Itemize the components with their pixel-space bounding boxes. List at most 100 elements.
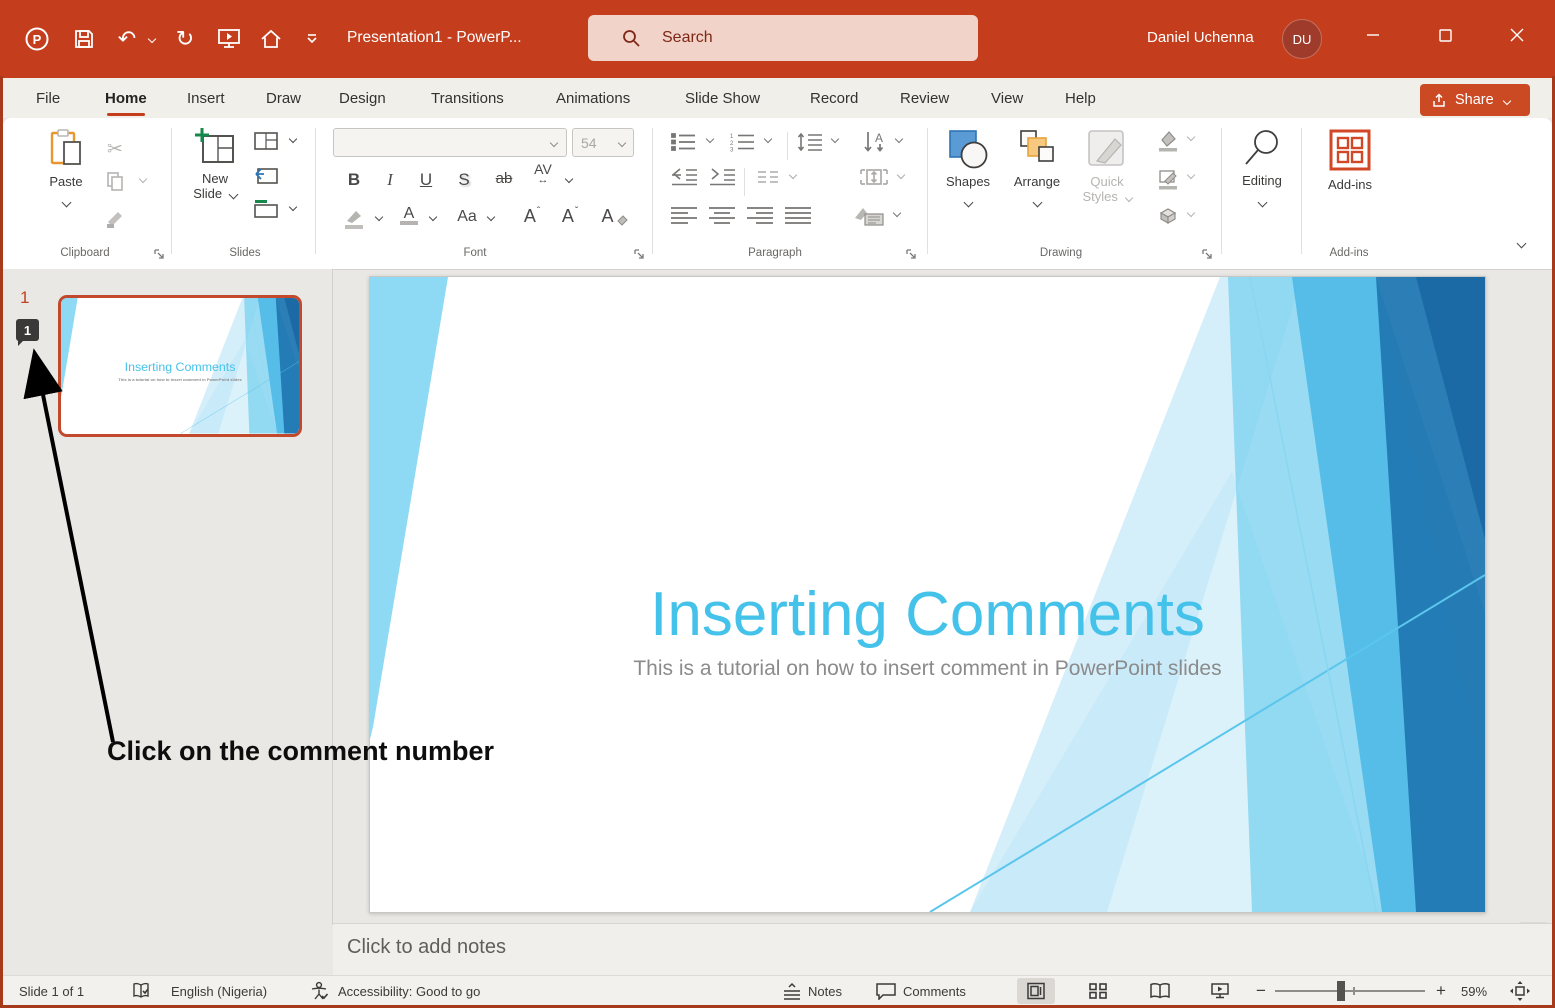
tab-help[interactable]: Help <box>1065 78 1096 118</box>
spellcheck-icon[interactable] <box>131 976 151 1006</box>
slide-subtitle[interactable]: This is a tutorial on how to insert comm… <box>370 657 1485 681</box>
change-case-button[interactable]: Aa <box>451 208 483 226</box>
paragraph-dialog-launcher[interactable] <box>905 248 919 262</box>
zoom-slider-track[interactable] <box>1275 990 1425 992</box>
shape-effects-dropdown-icon[interactable] <box>1185 210 1197 216</box>
comment-badge[interactable]: 1 <box>16 319 39 341</box>
text-direction-dropdown-icon[interactable] <box>893 136 905 142</box>
share-button[interactable]: Share <box>1420 84 1530 116</box>
align-text-dropdown-icon[interactable] <box>895 172 907 178</box>
zoom-in-button[interactable]: + <box>1436 976 1446 1006</box>
zoom-level[interactable]: 59% <box>1461 976 1487 1006</box>
bold-button[interactable]: B <box>341 170 367 190</box>
convert-smartart-button[interactable] <box>849 204 889 226</box>
slide-indicator[interactable]: Slide 1 of 1 <box>19 976 84 1006</box>
spacing-dropdown-icon[interactable] <box>563 176 575 182</box>
shape-outline-dropdown-icon[interactable] <box>1185 172 1197 178</box>
slideshow-from-beginning-icon[interactable] <box>214 24 244 54</box>
section-dropdown-icon[interactable] <box>287 204 299 210</box>
powerpoint-logo-icon[interactable]: P <box>22 24 52 54</box>
decrease-indent-button[interactable] <box>667 168 701 186</box>
drawing-dialog-launcher[interactable] <box>1201 248 1215 262</box>
shape-fill-button[interactable] <box>1153 130 1183 152</box>
tab-review[interactable]: Review <box>900 78 949 118</box>
cut-button[interactable]: ✂ <box>103 138 127 160</box>
tab-slide-show[interactable]: Slide Show <box>685 78 760 118</box>
highlight-color-button[interactable] <box>339 208 369 230</box>
new-slide-button[interactable]: New Slide <box>186 126 244 236</box>
addins-button[interactable]: Add-ins <box>1315 126 1385 236</box>
numbering-button[interactable]: 123 <box>725 132 759 152</box>
highlight-dropdown-icon[interactable] <box>373 214 385 220</box>
reading-view-button[interactable] <box>1141 978 1179 1004</box>
reset-slide-button[interactable] <box>253 166 279 184</box>
font-color-button[interactable]: A <box>395 206 423 225</box>
smartart-dropdown-icon[interactable] <box>891 210 903 216</box>
shape-fill-dropdown-icon[interactable] <box>1185 134 1197 140</box>
shape-outline-button[interactable] <box>1153 168 1183 190</box>
align-left-button[interactable] <box>667 206 701 224</box>
copy-button[interactable] <box>103 170 127 192</box>
slide-title[interactable]: Inserting Comments <box>370 579 1485 650</box>
align-right-button[interactable] <box>743 206 777 224</box>
user-name[interactable]: Daniel Uchenna <box>1147 29 1254 46</box>
zoom-slider-handle[interactable] <box>1337 981 1345 1001</box>
justify-button[interactable] <box>781 206 815 224</box>
language-indicator[interactable]: English (Nigeria) <box>171 976 267 1006</box>
customize-qat-icon[interactable] <box>302 24 322 54</box>
bullets-button[interactable] <box>667 132 701 152</box>
notes-pane[interactable]: Click to add notes <box>333 923 1555 976</box>
increase-font-size-button[interactable]: Aˆ <box>517 206 547 227</box>
align-center-button[interactable] <box>705 206 739 224</box>
accessibility-icon[interactable] <box>309 976 329 1006</box>
slideshow-view-button[interactable] <box>1201 978 1239 1004</box>
section-button[interactable] <box>253 200 279 218</box>
tab-file[interactable]: File <box>36 78 60 118</box>
tab-design[interactable]: Design <box>339 78 386 118</box>
close-button[interactable] <box>1494 0 1540 70</box>
paste-button[interactable]: Paste <box>40 126 92 236</box>
collapse-ribbon-icon[interactable] <box>1508 240 1534 247</box>
increase-indent-button[interactable] <box>705 168 739 186</box>
font-color-dropdown-icon[interactable] <box>427 214 439 220</box>
line-spacing-dropdown-icon[interactable] <box>829 136 841 142</box>
clear-formatting-button[interactable]: A <box>597 206 633 227</box>
editing-button[interactable]: Editing <box>1231 126 1293 236</box>
tab-record[interactable]: Record <box>810 78 858 118</box>
align-text-button[interactable] <box>855 166 893 188</box>
italic-button[interactable]: I <box>377 170 403 190</box>
arrange-button[interactable]: Arrange <box>1005 126 1069 236</box>
notes-toggle[interactable]: Notes <box>781 976 842 1006</box>
minimize-button[interactable] <box>1350 0 1396 70</box>
columns-dropdown-icon[interactable] <box>787 172 799 178</box>
case-dropdown-icon[interactable] <box>485 214 497 220</box>
character-spacing-button[interactable]: AV↔ <box>527 164 559 186</box>
text-direction-button[interactable]: A <box>858 130 892 154</box>
zoom-out-button[interactable]: − <box>1256 976 1266 1006</box>
tab-home[interactable]: Home <box>105 78 147 118</box>
fit-slide-to-window-button[interactable] <box>1509 976 1531 1006</box>
accessibility-status[interactable]: Accessibility: Good to go <box>338 976 480 1006</box>
tab-transitions[interactable]: Transitions <box>431 78 504 118</box>
notes-placeholder[interactable]: Click to add notes <box>347 936 506 959</box>
save-icon[interactable] <box>70 24 98 54</box>
tab-insert[interactable]: Insert <box>187 78 225 118</box>
decrease-font-size-button[interactable]: Aˇ <box>555 206 585 227</box>
text-shadow-button[interactable]: S <box>451 170 477 190</box>
copy-dropdown-icon[interactable] <box>137 176 149 182</box>
bullets-dropdown-icon[interactable] <box>704 136 716 142</box>
quick-styles-button[interactable]: Quick Styles <box>1075 126 1139 236</box>
numbering-dropdown-icon[interactable] <box>762 136 774 142</box>
font-dialog-launcher[interactable] <box>633 248 647 262</box>
comments-toggle[interactable]: Comments <box>875 976 966 1006</box>
tab-view[interactable]: View <box>991 78 1023 118</box>
maximize-button[interactable] <box>1422 0 1468 70</box>
slide-thumbnail[interactable]: Inserting Comments This is a tutorial on… <box>58 295 302 437</box>
font-name-combobox[interactable] <box>333 128 567 157</box>
shape-effects-button[interactable] <box>1153 206 1183 226</box>
slide-sorter-view-button[interactable] <box>1079 978 1117 1004</box>
format-painter-button[interactable] <box>103 208 127 230</box>
shapes-button[interactable]: Shapes <box>939 126 997 236</box>
strikethrough-button[interactable]: ab <box>489 170 519 187</box>
redo-icon[interactable]: ↻ <box>170 24 200 54</box>
